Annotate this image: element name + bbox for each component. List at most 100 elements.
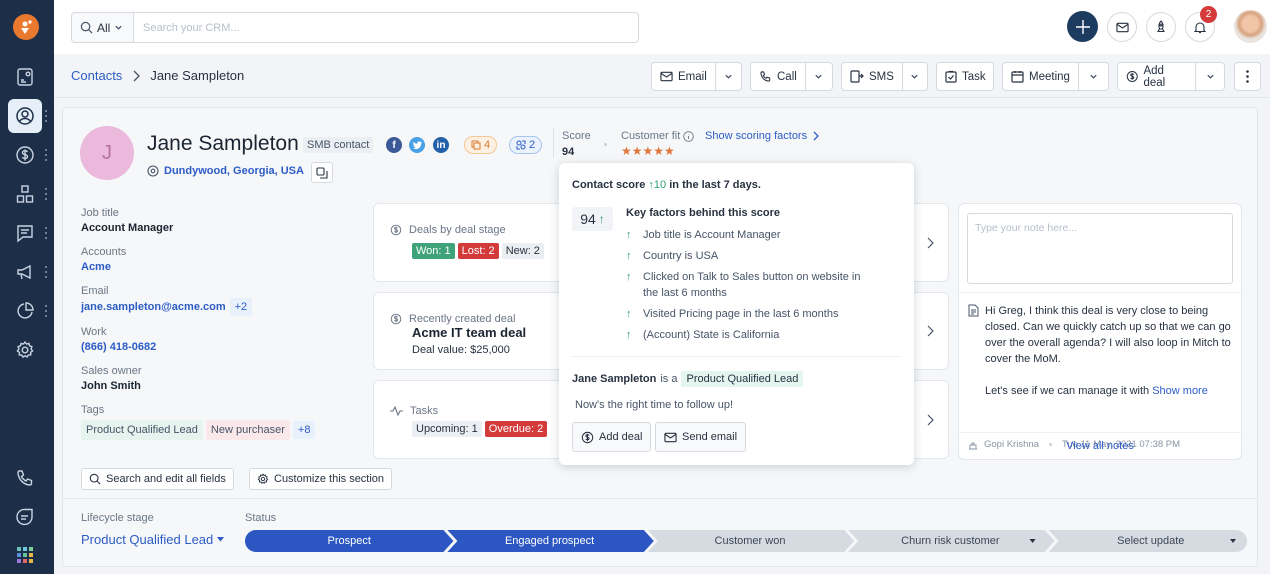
related-count-badge[interactable]: 2: [509, 136, 543, 154]
rocket-button[interactable]: [1146, 12, 1176, 42]
quick-add-button[interactable]: [1067, 11, 1098, 42]
twitter-icon[interactable]: [409, 137, 425, 153]
copy-button[interactable]: [311, 162, 333, 183]
rail-contacts-menu-icon[interactable]: [45, 110, 48, 122]
rail-conversations-icon[interactable]: [8, 216, 42, 250]
chevron-right-icon[interactable]: [927, 414, 934, 426]
chevron-right-icon: [133, 70, 141, 81]
chevron-down-icon: [115, 25, 122, 30]
stage-engaged-prospect[interactable]: Engaged prospect: [453, 530, 645, 552]
stage-churn-risk[interactable]: Churn risk customer: [854, 530, 1046, 552]
activities-count-badge[interactable]: 4: [464, 136, 498, 154]
dollar-circle-icon: [1126, 71, 1138, 82]
heading-post: in the last 7 days.: [669, 179, 761, 191]
sms-button[interactable]: SMS: [842, 63, 902, 90]
view-all-notes-link[interactable]: View all notes: [959, 432, 1241, 459]
rail-deals-menu-icon[interactable]: [45, 149, 48, 161]
linkedin-icon[interactable]: in: [433, 137, 449, 153]
rail-campaigns-menu-icon[interactable]: [45, 266, 48, 278]
search-input[interactable]: Search your CRM...: [134, 13, 638, 42]
arrow-up-icon: ↑: [626, 308, 632, 320]
rail-settings-icon[interactable]: [8, 333, 42, 367]
search-scope-dropdown[interactable]: All: [72, 13, 134, 42]
new-deals-chip[interactable]: New: 2: [501, 243, 544, 259]
field-label: Sales owner: [81, 365, 142, 377]
rail-reports-menu-icon[interactable]: [45, 305, 48, 317]
follow-up-message: Now's the right time to follow up!: [575, 399, 734, 411]
field-label: Email: [81, 285, 109, 297]
rail-campaigns-icon[interactable]: [8, 255, 42, 289]
more-emails-badge[interactable]: +2: [229, 298, 253, 316]
rail-dashboard-icon[interactable]: [8, 60, 42, 94]
send-email-label: Send email: [682, 431, 738, 443]
tag-chip[interactable]: New purchaser: [205, 420, 290, 440]
overdue-tasks-chip[interactable]: Overdue: 2: [484, 421, 548, 437]
stage-prospect[interactable]: Prospect: [253, 530, 445, 552]
chevron-right-icon[interactable]: [927, 325, 934, 337]
more-vertical-icon: [1246, 70, 1249, 83]
user-avatar[interactable]: [1234, 10, 1267, 43]
header-divider: [553, 128, 554, 158]
sms-dropdown-button[interactable]: [901, 63, 927, 90]
popover-send-email-button[interactable]: Send email: [655, 422, 747, 452]
show-more-link[interactable]: Show more: [1152, 385, 1208, 397]
email-link[interactable]: jane.sampleton@acme.com: [81, 301, 226, 313]
field-value[interactable]: John Smith: [81, 378, 361, 394]
add-deal-action-group: Add deal: [1117, 62, 1225, 91]
brand-logo-icon[interactable]: [13, 14, 39, 40]
customize-section-button[interactable]: Customize this section: [249, 468, 393, 490]
call-dropdown-button[interactable]: [804, 63, 832, 90]
tag-chip[interactable]: Product Qualified Lead: [81, 420, 203, 440]
breadcrumb: Contacts Jane Sampleton: [71, 68, 244, 83]
rail-chat-icon[interactable]: [8, 500, 42, 534]
breadcrumb-contacts-link[interactable]: Contacts: [71, 68, 122, 83]
rail-phone-icon[interactable]: [8, 461, 42, 495]
popover-heading: Contact score ↑10 in the last 7 days.: [572, 179, 761, 191]
mail-button[interactable]: [1107, 12, 1137, 42]
meeting-dropdown-button[interactable]: [1077, 63, 1108, 90]
field-value[interactable]: Account Manager: [81, 220, 361, 236]
rail-reports-icon[interactable]: [8, 294, 42, 328]
stage-select-update[interactable]: Select update: [1055, 530, 1247, 552]
customize-section-label: Customize this section: [274, 473, 385, 485]
more-actions-button[interactable]: [1234, 62, 1261, 91]
stage-customer-won[interactable]: Customer won: [654, 530, 846, 552]
dot-separator: [604, 143, 607, 146]
more-tags-badge[interactable]: +8: [292, 421, 316, 439]
account-link[interactable]: Acme: [81, 259, 361, 275]
show-scoring-factors-link[interactable]: Show scoring factors: [705, 130, 820, 142]
email-dropdown-button[interactable]: [714, 63, 741, 90]
add-deal-button[interactable]: Add deal: [1118, 63, 1195, 90]
popover-add-deal-button[interactable]: Add deal: [572, 422, 652, 452]
won-deals-chip[interactable]: Won: 1: [412, 243, 455, 259]
rail-contacts-icon[interactable]: [8, 99, 42, 133]
chevron-down-icon: [815, 74, 823, 79]
rail-accounts-menu-icon[interactable]: [45, 188, 48, 200]
rail-deals-icon[interactable]: [8, 138, 42, 172]
rail-accounts-icon[interactable]: [8, 177, 42, 211]
lost-deals-chip[interactable]: Lost: 2: [457, 243, 499, 259]
call-button[interactable]: Call: [751, 63, 805, 90]
upcoming-tasks-chip[interactable]: Upcoming: 1: [412, 421, 482, 437]
lifecycle-stage-dropdown[interactable]: Product Qualified Lead: [81, 532, 225, 547]
factor-text: Visited Pricing page in the last 6 month…: [643, 308, 839, 320]
left-nav-rail: [0, 0, 54, 574]
note-input[interactable]: Type your note here...: [967, 213, 1233, 284]
score-value[interactable]: 94: [562, 146, 574, 158]
meeting-button[interactable]: Meeting: [1003, 63, 1078, 90]
caret-down-icon: [217, 537, 225, 542]
task-button[interactable]: Task: [936, 62, 994, 91]
chevron-right-icon[interactable]: [927, 237, 934, 249]
note-body: Hi Greg, I think this deal is very close…: [985, 303, 1233, 399]
email-button[interactable]: Email: [652, 63, 715, 90]
facebook-icon[interactable]: f: [386, 137, 402, 153]
chevron-down-icon: [725, 74, 732, 79]
info-icon[interactable]: [683, 130, 695, 142]
contact-location[interactable]: Dundywood, Georgia, USA: [147, 165, 304, 177]
rail-apps-grid-icon[interactable]: [8, 538, 42, 572]
deal-name[interactable]: Acme IT team deal: [412, 325, 526, 340]
rail-conversations-menu-icon[interactable]: [45, 227, 48, 239]
search-edit-fields-button[interactable]: Search and edit all fields: [81, 468, 234, 490]
add-deal-dropdown-button[interactable]: [1195, 63, 1224, 90]
work-phone-link[interactable]: (866) 418-0682: [81, 339, 361, 355]
